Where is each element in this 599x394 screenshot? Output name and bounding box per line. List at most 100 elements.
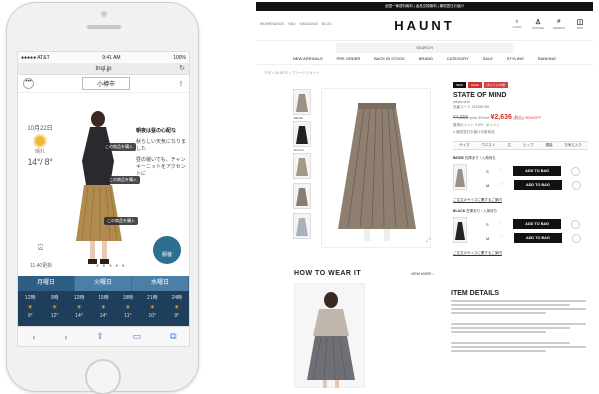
share-icon[interactable]: ⇪: [178, 80, 184, 88]
hour-time: 24時: [171, 295, 183, 301]
hour-cell: 18時 ☀ 11°: [116, 291, 140, 328]
nav-item[interactable]: BRAND: [419, 56, 433, 61]
nav-item[interactable]: RANKING: [538, 56, 556, 61]
product-thumbnail[interactable]: BEIGE: [293, 116, 311, 147]
search-bar[interactable]: SEARCH: [336, 43, 513, 53]
add-to-bag-button[interactable]: ADD TO BAG: [513, 166, 562, 176]
tabs-icon[interactable]: ⧉: [170, 331, 176, 342]
heart-icon[interactable]: ♡: [499, 168, 503, 174]
heart-icon[interactable]: ♡: [499, 182, 503, 188]
sun-icon: ☀: [174, 305, 180, 311]
details-text: [451, 312, 546, 314]
favorite-circle[interactable]: [571, 233, 581, 243]
tab-wednesday[interactable]: 水曜日: [132, 276, 189, 291]
tab-tuesday[interactable]: 火曜日: [75, 276, 132, 291]
breadcrumb[interactable]: TOP > SKIRTS > プリーツスカート: [264, 71, 593, 76]
heart-icon[interactable]: ♡: [499, 235, 503, 241]
item-details: ITEM DETAILS: [451, 290, 586, 354]
url-text: tnql.jp: [95, 65, 112, 72]
nav-item[interactable]: STYLING: [507, 56, 524, 61]
more-icon[interactable]: •••: [23, 78, 34, 89]
product-thumbnail[interactable]: [293, 213, 311, 239]
add-to-bag-button[interactable]: ADD TO BAG: [513, 219, 562, 229]
front-camera: [101, 11, 107, 17]
city-selector[interactable]: 小樽市: [82, 77, 131, 90]
tab-monday[interactable]: 月曜日: [18, 276, 75, 291]
hour-temp: 10°: [148, 313, 157, 319]
size-row: S ♡ ADD TO BAG: [486, 166, 581, 176]
favorite-circle[interactable]: [571, 219, 581, 229]
color-block-beige: BEIGE 在庫あり / 入荷待ち S ♡ ADD TO BAG M ♡ ADD…: [453, 156, 588, 198]
hour-cell: 15時 ☀ 14°: [91, 291, 115, 328]
bag-icon[interactable]: ⍓: [38, 243, 43, 253]
favorite-circle[interactable]: [571, 180, 581, 190]
sun-icon: ☀: [100, 305, 107, 311]
mypage-icon[interactable]: ♙ MYPAGE: [531, 18, 545, 30]
size-label: M: [486, 182, 490, 188]
reload-icon[interactable]: ↻: [179, 64, 185, 72]
thumb-color-label: BEIGE: [294, 116, 304, 120]
favorite-circle[interactable]: [571, 166, 581, 176]
main-product-image[interactable]: [321, 88, 431, 248]
nav-item[interactable]: NEW ARRIVALS: [293, 56, 323, 61]
weather-date: 10月22日: [27, 126, 53, 132]
original-price: ¥4,890: [453, 115, 469, 121]
size-guide-link[interactable]: ご注文のサイズに関するご案内: [453, 251, 588, 256]
forward-icon[interactable]: ›: [64, 332, 67, 342]
zoom-icon[interactable]: ⤢: [426, 238, 431, 245]
size-col: 丈: [507, 143, 511, 147]
badge-label: 服装: [161, 252, 172, 258]
description-line: 朝夜は昼の心配な: [136, 128, 177, 134]
heart-icon[interactable]: ♡: [499, 221, 503, 227]
address-bar[interactable]: tnql.jp ↻: [18, 63, 189, 75]
details-text: [451, 342, 570, 344]
buy-item-tag[interactable]: この商品を購入: [102, 143, 136, 151]
brand-name[interactable]: STATE OF MIND: [453, 92, 588, 99]
hour-cell: 24時 ☀ 9°: [165, 291, 189, 328]
weather-condition: 晴れ: [34, 149, 45, 155]
pager-dots[interactable]: ● ● ● ● ●: [96, 263, 126, 269]
hour-cell: 21時 ☀ 10°: [140, 291, 164, 328]
product-thumbnail[interactable]: BLACK: [293, 148, 311, 179]
discount-label: (税込) 30%OFF: [513, 115, 542, 120]
description-line: 秋らしい天気になりました: [136, 139, 187, 152]
item-details-heading: ITEM DETAILS: [451, 290, 500, 297]
sun-icon: ☀: [76, 305, 82, 311]
size-guide-link[interactable]: ご注文のサイズに関するご案内: [453, 198, 588, 203]
share-icon[interactable]: ⇪: [96, 331, 104, 342]
category-nav: NEW ARRIVALS PRE ORDER BACK IN STOCK BRA…: [256, 53, 593, 65]
description-line: 昼の装いでも、チャンキーニットをアクセントに: [136, 157, 186, 177]
earpiece-speaker: [87, 25, 121, 29]
color-swatch[interactable]: [453, 217, 467, 243]
sun-icon: ☀: [149, 305, 156, 311]
nav-item[interactable]: SALE: [483, 56, 493, 61]
buy-item-tag[interactable]: この商品を購入: [106, 176, 140, 184]
promo-banner[interactable]: 全国一律送料無料 | 返品交換無料 | 最短翌日お届け: [256, 2, 593, 11]
product-thumbnail[interactable]: [293, 183, 311, 209]
size-col: 裾幅: [545, 143, 553, 147]
product-thumbnail[interactable]: [293, 89, 311, 115]
view-more-link[interactable]: VIEW MORE ›: [411, 272, 434, 276]
search-icon[interactable]: ⌕ SEARCH: [552, 18, 566, 30]
buy-item-tag[interactable]: この商品を購入: [104, 217, 138, 225]
iphone-mockup: ●●●●● AT&T 9:41 AM 100% tnql.jp ↻ ••• 小樽…: [6, 2, 199, 394]
thumbnail-strip: BEIGE BLACK: [293, 89, 311, 243]
price-label: price 30%off: [469, 116, 490, 120]
nav-item[interactable]: BACK IN STOCK: [374, 56, 405, 61]
update-time: 11:40更新: [30, 263, 53, 269]
back-icon[interactable]: ‹: [32, 332, 35, 342]
bookmarks-icon[interactable]: ▭: [133, 331, 142, 342]
nav-item[interactable]: CATEGORY: [447, 56, 469, 61]
styling-photo[interactable]: [294, 283, 365, 388]
outfit-badge[interactable]: 服装: [153, 236, 181, 264]
hour-time: 12時: [73, 295, 85, 301]
details-text: [451, 304, 570, 306]
nav-item[interactable]: PRE ORDER: [337, 56, 361, 61]
bag-icon[interactable]: ◫ BAG: [573, 18, 587, 30]
product-code: 品番コード 123456789: [453, 105, 489, 109]
login-icon[interactable]: ♁ LOGIN: [510, 18, 524, 30]
add-to-bag-button[interactable]: ADD TO BAG: [513, 233, 562, 243]
home-button[interactable]: [85, 359, 121, 394]
color-swatch[interactable]: [453, 164, 467, 190]
add-to-bag-button[interactable]: ADD TO BAG: [513, 180, 562, 190]
